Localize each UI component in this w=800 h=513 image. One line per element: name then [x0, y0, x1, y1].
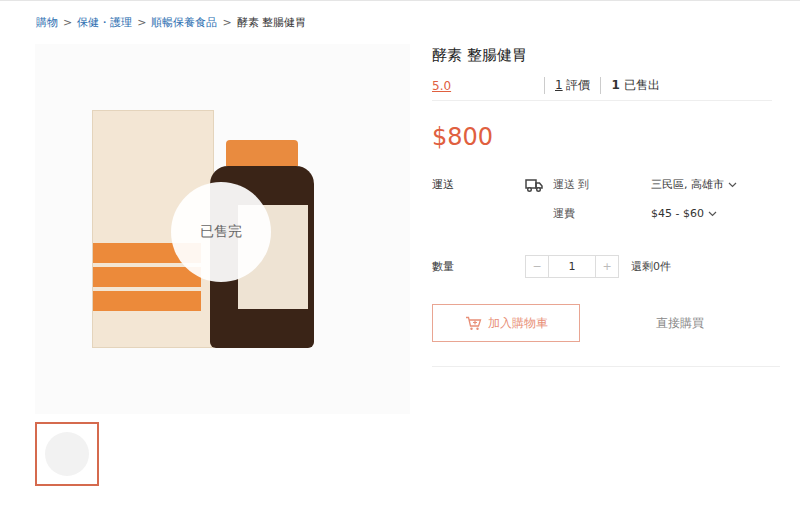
sold-out-badge: 已售完 — [171, 182, 271, 282]
shipping-section: 運送 運送 到三民區, 高雄市 運費$45 - $60 — [432, 177, 800, 221]
price-box: $800 — [432, 123, 800, 151]
gallery: 已售完 — [35, 44, 410, 486]
action-bar: 加入購物車直接購買 — [432, 304, 780, 367]
add-to-cart-button[interactable]: 加入購物車 — [432, 304, 580, 342]
product-title: 酵素 整腸健胃 — [432, 46, 800, 65]
stock-remaining: 還剩0件 — [631, 259, 671, 274]
ship-to-label: 運送 到 — [553, 177, 651, 192]
breadcrumb-item[interactable]: 順暢保養食品 — [151, 15, 217, 30]
quantity-label: 數量 — [432, 259, 525, 274]
increase-button[interactable]: + — [596, 256, 618, 277]
shipping-label: 運送 — [432, 177, 525, 192]
buy-now-button[interactable]: 直接購買 — [600, 304, 760, 342]
shipping-fee[interactable]: $45 - $60 — [651, 207, 800, 220]
breadcrumb-item[interactable]: 保健・護理 — [77, 15, 132, 30]
breadcrumb: 購物 > 保健・護理 > 順暢保養食品 > 酵素 整腸健胃 — [0, 1, 800, 30]
cart-icon — [465, 316, 482, 331]
ship-destination[interactable]: 三民區, 高雄市 — [651, 177, 800, 192]
breadcrumb-separator: > — [137, 16, 146, 29]
quantity-stepper: −1+ — [525, 255, 619, 278]
chevron-down-icon — [708, 211, 717, 217]
sold-count: 1 已售出 — [600, 77, 669, 94]
thumbnail-list — [35, 422, 410, 486]
quantity-input[interactable]: 1 — [548, 256, 596, 277]
review-count[interactable]: 1 評價 — [544, 77, 600, 94]
product-info: 酵素 整腸健胃 5.01 評價1 已售出 $800 運送 運送 到三民區, 高雄市 運費… — [410, 44, 800, 486]
rating[interactable]: 5.0 — [432, 79, 544, 93]
breadcrumb-separator: > — [222, 16, 231, 29]
breadcrumb-separator: > — [63, 16, 72, 29]
chevron-down-icon — [728, 182, 737, 188]
product-stats: 5.01 評價1 已售出 — [432, 77, 772, 101]
breadcrumb-item[interactable]: 酵素 整腸健胃 — [237, 15, 307, 30]
thumbnail[interactable] — [35, 422, 99, 486]
breadcrumb-item[interactable]: 購物 — [36, 15, 58, 30]
product-photo: 已售完 — [35, 44, 410, 414]
price: $800 — [432, 123, 493, 151]
decrease-button[interactable]: − — [526, 256, 548, 277]
shipping-fee-label: 運費 — [553, 206, 651, 221]
quantity-row: 數量−1+ 還剩0件 — [432, 255, 800, 278]
product-page: 購物 > 保健・護理 > 順暢保養食品 > 酵素 整腸健胃已售完 酵素 整腸健胃 5.01 評價… — [0, 0, 800, 513]
truck-icon — [525, 178, 543, 192]
